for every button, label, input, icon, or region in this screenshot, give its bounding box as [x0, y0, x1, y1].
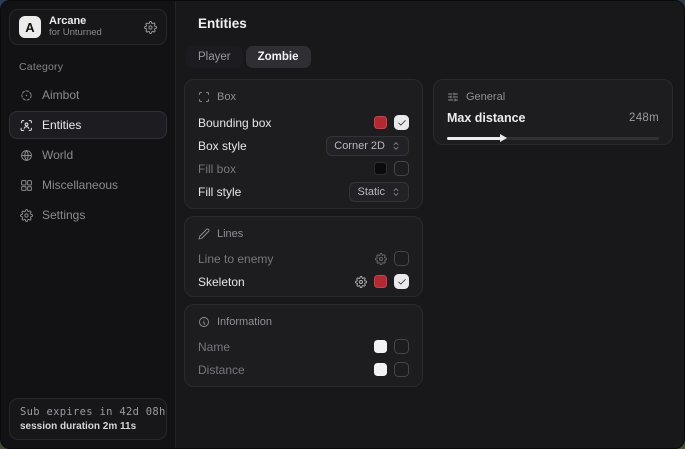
setting-row-bounding-box: Bounding box	[198, 115, 409, 130]
checkbox-unchecked[interactable]	[394, 362, 409, 377]
setting-label: Max distance	[447, 111, 526, 125]
scan-person-icon	[20, 119, 33, 132]
category-label: Category	[19, 61, 157, 73]
setting-label: Line to enemy	[198, 252, 273, 266]
gear-icon[interactable]	[144, 21, 157, 34]
scan-box-icon	[198, 91, 210, 103]
sidebar-nav: Aimbot Entities World Miscellaneous	[9, 81, 167, 229]
sidebar-item-label: World	[42, 148, 73, 162]
sidebar-item-miscellaneous[interactable]: Miscellaneous	[9, 171, 167, 199]
brand-text: Arcane for Unturned	[49, 15, 102, 39]
main-panel: Entities Player Zombie Box Bounding box	[176, 1, 684, 448]
slider-thumb[interactable]	[500, 134, 507, 142]
box-style-select[interactable]: Corner 2D	[326, 136, 409, 156]
brand-card: A Arcane for Unturned	[9, 9, 167, 45]
checkbox-checked[interactable]	[394, 274, 409, 289]
setting-row-fill-box: Fill box	[198, 161, 409, 176]
sidebar-item-label: Entities	[42, 118, 81, 132]
app-window: A Arcane for Unturned Category Aimbot	[0, 0, 685, 449]
sidebar-item-label: Miscellaneous	[42, 178, 118, 192]
max-distance-slider[interactable]	[447, 134, 659, 142]
gear-icon	[20, 209, 33, 222]
checkbox-unchecked[interactable]	[394, 339, 409, 354]
crosshair-icon	[20, 89, 33, 102]
sidebar: A Arcane for Unturned Category Aimbot	[1, 1, 176, 448]
chevrons-up-down-icon	[391, 187, 401, 197]
checkbox-unchecked[interactable]	[394, 161, 409, 176]
brand-avatar: A	[19, 16, 41, 38]
tab-zombie[interactable]: Zombie	[246, 46, 311, 68]
color-swatch[interactable]	[374, 275, 387, 288]
card-title: General	[466, 91, 505, 103]
setting-label: Bounding box	[198, 116, 271, 130]
information-card: Information Name Distance	[184, 304, 423, 387]
sidebar-item-entities[interactable]: Entities	[9, 111, 167, 139]
setting-label: Name	[198, 340, 230, 354]
setting-row-skeleton: Skeleton	[198, 274, 409, 289]
setting-label: Distance	[198, 363, 245, 377]
gear-icon[interactable]	[375, 253, 387, 265]
slider-value: 248m	[629, 112, 659, 124]
fill-style-select[interactable]: Static	[349, 182, 409, 202]
card-title: Box	[217, 91, 236, 103]
sidebar-item-aimbot[interactable]: Aimbot	[9, 81, 167, 109]
setting-row-fill-style: Fill style Static	[198, 184, 409, 199]
color-swatch[interactable]	[374, 340, 387, 353]
checkbox-checked[interactable]	[394, 115, 409, 130]
color-swatch[interactable]	[374, 363, 387, 376]
lines-card: Lines Line to enemy Skeleton	[184, 216, 423, 297]
setting-label: Skeleton	[198, 275, 245, 289]
gear-icon[interactable]	[355, 276, 367, 288]
slider-fill	[447, 137, 502, 140]
select-value: Corner 2D	[334, 140, 385, 152]
sidebar-item-label: Aimbot	[42, 88, 79, 102]
chevrons-up-down-icon	[391, 141, 401, 151]
color-swatch[interactable]	[374, 116, 387, 129]
grid-icon	[20, 179, 33, 192]
checkbox-unchecked[interactable]	[394, 251, 409, 266]
box-card: Box Bounding box Box style Corner 2D	[184, 79, 423, 209]
setting-row-max-distance: Max distance 248m	[447, 111, 659, 125]
select-value: Static	[357, 186, 385, 198]
sidebar-item-label: Settings	[42, 208, 85, 222]
subscription-expiry-text: Sub expires in 42d 08h	[20, 406, 156, 418]
sliders-icon	[447, 91, 459, 103]
setting-row-name: Name	[198, 339, 409, 354]
card-title: Information	[217, 316, 272, 328]
brand-name: Arcane	[49, 15, 102, 28]
globe-icon	[20, 149, 33, 162]
setting-label: Box style	[198, 139, 247, 153]
color-swatch[interactable]	[374, 162, 387, 175]
setting-row-distance: Distance	[198, 362, 409, 377]
subscription-info-card: Sub expires in 42d 08h session duration …	[9, 398, 167, 440]
setting-label: Fill style	[198, 185, 241, 199]
setting-label: Fill box	[198, 162, 236, 176]
sidebar-item-settings[interactable]: Settings	[9, 201, 167, 229]
page-title: Entities	[198, 16, 247, 31]
session-duration-text: session duration 2m 11s	[20, 421, 156, 432]
setting-row-box-style: Box style Corner 2D	[198, 138, 409, 153]
entity-tabs: Player Zombie	[186, 46, 311, 68]
tab-player[interactable]: Player	[186, 46, 243, 68]
card-title: Lines	[217, 228, 243, 240]
brand-subtitle: for Unturned	[49, 28, 102, 39]
pencil-icon	[198, 228, 210, 240]
slider-track[interactable]	[447, 137, 659, 140]
setting-row-line-to-enemy: Line to enemy	[198, 251, 409, 266]
general-card: General Max distance 248m	[433, 79, 673, 145]
sidebar-item-world[interactable]: World	[9, 141, 167, 169]
info-icon	[198, 316, 210, 328]
